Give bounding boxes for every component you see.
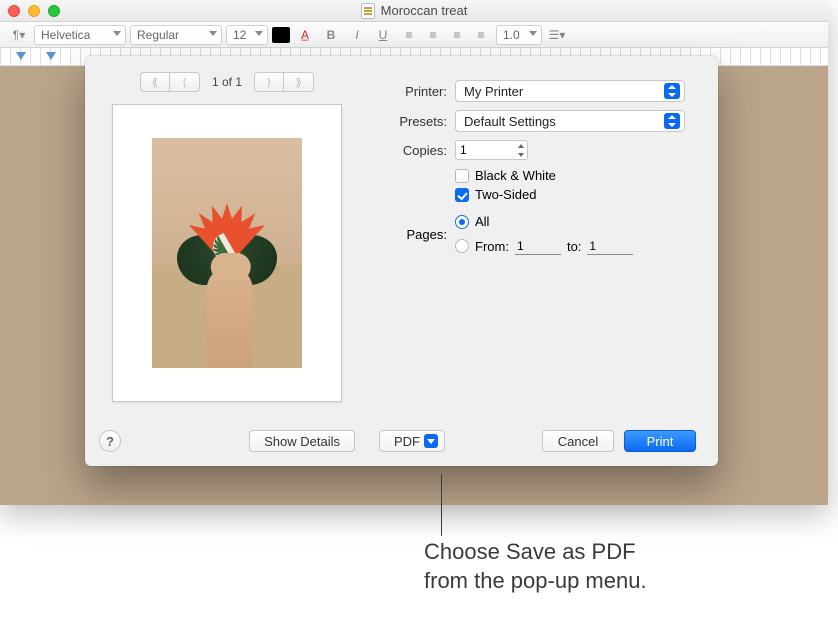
presets-label: Presets: [379, 114, 447, 129]
pages-to-input[interactable] [587, 237, 633, 255]
tab-stop-icon[interactable] [16, 52, 26, 60]
align-justify-icon[interactable]: ≡ [470, 28, 492, 42]
pages-all-label: All [475, 214, 489, 229]
chevron-down-icon [209, 31, 217, 36]
font-weight-value: Regular [137, 28, 179, 42]
presets-select[interactable]: Default Settings [455, 110, 685, 132]
window-title-text: Moroccan treat [381, 3, 468, 18]
callout-text: Choose Save as PDF from the pop-up menu. [424, 538, 647, 595]
align-right-icon[interactable]: ≡ [446, 28, 468, 42]
chevron-down-icon [424, 434, 438, 448]
format-toolbar: ¶▾ Helvetica Regular 12 A̲ B I U ≡ ≡ ≡ ≡… [0, 22, 828, 48]
stepper-up-icon[interactable] [514, 141, 527, 150]
paragraph-style-icon[interactable]: ¶▾ [8, 28, 30, 42]
printer-value: My Printer [464, 84, 664, 99]
window-controls [8, 5, 60, 17]
show-details-button[interactable]: Show Details [249, 430, 355, 452]
text-color-swatch[interactable] [272, 27, 290, 43]
preview-image [152, 138, 302, 368]
help-button[interactable]: ? [99, 430, 121, 452]
last-page-button[interactable]: ⟫ [284, 72, 314, 92]
alignment-group: ≡ ≡ ≡ ≡ [398, 28, 492, 42]
page-navigation: ⟪ ⟨ 1 of 1 ⟩ ⟫ [140, 72, 314, 92]
stepper-arrows[interactable] [514, 140, 528, 160]
print-label: Print [647, 434, 674, 449]
copies-label: Copies: [379, 143, 447, 158]
presets-value: Default Settings [464, 114, 664, 129]
black-white-label: Black & White [475, 168, 556, 183]
callout-line1: Choose Save as PDF [424, 538, 647, 567]
chevron-down-icon [529, 31, 537, 36]
zoom-icon[interactable] [48, 5, 60, 17]
document-icon [361, 3, 375, 19]
pages-all-radio[interactable] [455, 215, 469, 229]
pages-from-input[interactable] [515, 237, 561, 255]
next-page-button[interactable]: ⟩ [254, 72, 284, 92]
font-size-value: 12 [233, 28, 246, 42]
callout-leader-line [441, 474, 442, 536]
font-family-value: Helvetica [41, 28, 90, 42]
copies-stepper[interactable] [455, 140, 528, 160]
page-next-segment: ⟩ ⟫ [254, 72, 314, 92]
cancel-label: Cancel [558, 434, 598, 449]
pages-label: Pages: [379, 227, 447, 242]
help-label: ? [106, 434, 114, 449]
font-size-select[interactable]: 12 [226, 25, 268, 45]
printer-select[interactable]: My Printer [455, 80, 685, 102]
line-spacing-value: 1.0 [503, 28, 520, 42]
text-color-icon[interactable]: A̲ [294, 28, 316, 42]
underline-icon[interactable]: U [372, 28, 394, 42]
show-details-label: Show Details [264, 434, 340, 449]
pages-range-radio[interactable] [455, 239, 469, 253]
chevron-down-icon [113, 31, 121, 36]
black-white-checkbox[interactable] [455, 169, 469, 183]
align-center-icon[interactable]: ≡ [422, 28, 444, 42]
tab-stop-icon[interactable] [46, 52, 56, 60]
bold-icon[interactable]: B [320, 28, 342, 42]
pages-from-label: From: [475, 239, 509, 254]
page-indicator: 1 of 1 [212, 75, 242, 89]
copies-input[interactable] [455, 140, 515, 160]
callout-line2: from the pop-up menu. [424, 567, 647, 596]
window-title: Moroccan treat [361, 3, 468, 19]
align-left-icon[interactable]: ≡ [398, 28, 420, 42]
font-weight-select[interactable]: Regular [130, 25, 222, 45]
titlebar: Moroccan treat [0, 0, 828, 22]
dialog-buttons: PDF Cancel Print [379, 430, 696, 452]
two-sided-label: Two-Sided [475, 187, 536, 202]
cancel-button[interactable]: Cancel [542, 430, 614, 452]
print-button[interactable]: Print [624, 430, 696, 452]
italic-icon[interactable]: I [346, 28, 368, 42]
page-prev-segment: ⟪ ⟨ [140, 72, 200, 92]
print-preview-pane: ⟪ ⟨ 1 of 1 ⟩ ⟫ [85, 56, 369, 466]
first-page-button[interactable]: ⟪ [140, 72, 170, 92]
close-icon[interactable] [8, 5, 20, 17]
stepper-down-icon[interactable] [514, 150, 527, 159]
prev-page-button[interactable]: ⟨ [170, 72, 200, 92]
print-options-pane: Printer: My Printer Presets: Default Set… [369, 56, 718, 466]
updown-icon [664, 83, 680, 99]
updown-icon [664, 113, 680, 129]
pdf-label: PDF [394, 434, 420, 449]
pdf-menu-button[interactable]: PDF [379, 430, 445, 452]
font-family-select[interactable]: Helvetica [34, 25, 126, 45]
print-dialog: ⟪ ⟨ 1 of 1 ⟩ ⟫ [85, 56, 718, 466]
line-spacing-select[interactable]: 1.0 [496, 25, 542, 45]
chevron-down-icon [255, 31, 263, 36]
pages-to-label: to: [567, 239, 581, 254]
list-style-icon[interactable]: ☰▾ [546, 28, 568, 42]
page-preview [112, 104, 342, 402]
printer-label: Printer: [379, 84, 447, 99]
two-sided-checkbox[interactable] [455, 188, 469, 202]
minimize-icon[interactable] [28, 5, 40, 17]
